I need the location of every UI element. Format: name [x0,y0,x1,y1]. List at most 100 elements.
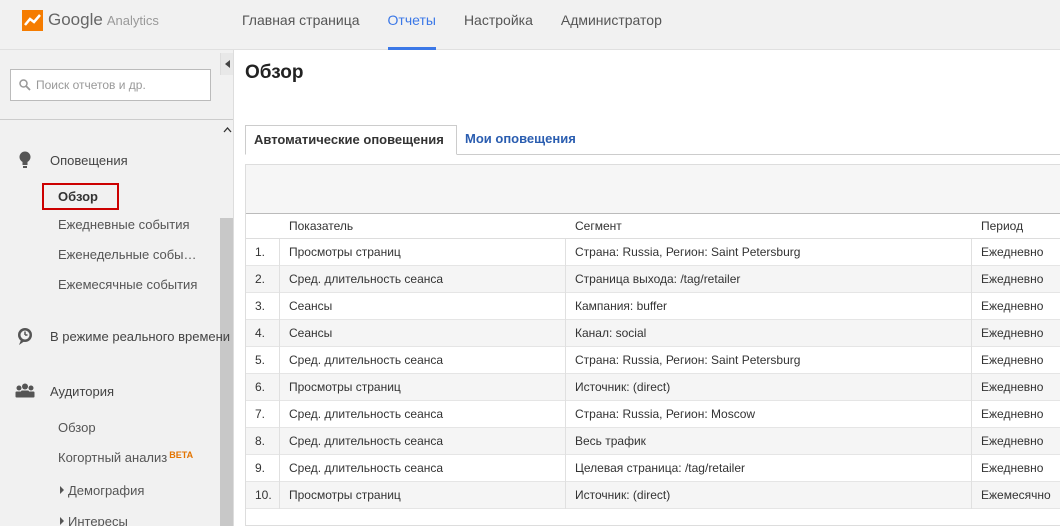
caret-right-icon [60,486,64,494]
table-row[interactable]: 6. Просмотры страниц Источник: (direct) … [246,374,1060,401]
row-segment: Канал: social [566,320,972,347]
row-metric: Сред. длительность сеанса [280,266,566,293]
row-metric: Сред. длительность сеанса [280,347,566,374]
row-period: Ежемесячно [981,488,1051,502]
sidebar-item-weekly-events[interactable]: Еженедельные собы… [58,247,218,262]
row-segment: Источник: (direct) [566,482,972,509]
logo-brand: Google [48,10,103,29]
row-number: 2. [246,266,280,293]
chevron-left-icon [224,60,230,68]
row-metric: Сред. длительность сеанса [280,455,566,482]
sidebar-section-realtime[interactable]: В режиме реального времени [0,321,230,351]
sidebar-item-demographics[interactable]: Демография [60,483,220,498]
report-search[interactable] [10,69,211,101]
table-toolbar [246,165,1060,214]
header-metric[interactable]: Показатель [289,214,353,239]
row-metric: Просмотры страниц [280,374,566,401]
row-segment: Страна: Russia, Регион: Saint Petersburg [566,347,972,374]
table-row[interactable]: 3. Сеансы Кампания: buffer Ежедневно [246,293,1060,320]
table-header: Показатель Сегмент Период [246,214,1060,239]
table-row[interactable]: 7. Сред. длительность сеанса Страна: Rus… [246,401,1060,428]
nav-home[interactable]: Главная страница [228,0,374,50]
row-period: Ежедневно [981,380,1044,394]
row-metric: Сеансы [280,293,566,320]
row-number: 5. [246,347,280,374]
table-row[interactable]: 5. Сред. длительность сеанса Страна: Rus… [246,347,1060,374]
row-segment: Источник: (direct) [566,374,972,401]
people-icon [15,383,35,398]
sidebar-item-cohort-analysis[interactable]: Когортный анализ BETA [58,450,218,465]
sidebar-item-daily-events[interactable]: Ежедневные события [58,217,218,232]
row-number: 6. [246,374,280,401]
nav-customization[interactable]: Настройка [450,0,547,50]
table-row[interactable]: 4. Сеансы Канал: social Ежедневно [246,320,1060,347]
tab-automatic-alerts[interactable]: Автоматические оповещения [245,125,457,155]
scroll-up-button[interactable] [220,120,233,140]
lightbulb-icon [19,151,31,168]
sidebar-item-alerts-overview[interactable]: Обзор [42,183,119,210]
row-metric: Сеансы [280,320,566,347]
sidebar-scrollbar[interactable] [220,218,233,526]
table-row[interactable]: 10. Просмотры страниц Источник: (direct)… [246,482,1060,509]
nav-reports[interactable]: Отчеты [374,0,450,50]
sidebar-item-interests[interactable]: Интересы [60,514,220,526]
row-metric: Сред. длительность сеанса [280,401,566,428]
row-number: 4. [246,320,280,347]
logo[interactable]: Google Analytics [22,8,159,32]
page-title: Обзор [245,62,304,83]
table-row[interactable]: 2. Сред. длительность сеанса Страница вы… [246,266,1060,293]
table-row[interactable]: 8. Сред. длительность сеанса Весь трафик… [246,428,1060,455]
sidebar-section-label: В режиме реального времени [50,328,231,344]
search-input[interactable] [36,78,206,92]
sidebar-section-alerts[interactable]: Оповещения [0,145,220,175]
row-number: 7. [246,401,280,428]
row-period: Ежедневно [981,353,1044,367]
row-period: Ежедневно [981,299,1044,313]
sidebar: Оповещения Обзор Ежедневные события Ежен… [0,50,234,526]
row-metric: Сред. длительность сеанса [280,428,566,455]
beta-badge: BETA [169,450,194,460]
row-metric: Просмотры страниц [280,482,566,509]
row-number: 9. [246,455,280,482]
row-segment: Страна: Russia, Регион: Moscow [566,401,972,428]
row-number: 8. [246,428,280,455]
row-segment: Страна: Russia, Регион: Saint Petersburg [566,239,972,266]
collapse-sidebar-button[interactable] [220,53,233,75]
tab-my-alerts[interactable]: Мои оповещения [465,125,576,155]
sidebar-section-label: Оповещения [50,152,128,168]
row-segment: Кампания: buffer [566,293,972,320]
row-number: 3. [246,293,280,320]
row-segment: Страница выхода: /tag/retailer [566,266,972,293]
caret-right-icon [60,517,64,525]
row-period: Ежедневно [981,245,1044,259]
row-period: Ежедневно [981,461,1044,475]
chevron-up-icon [223,127,231,133]
sidebar-item-monthly-events[interactable]: Ежемесячные события [58,277,218,292]
table-row[interactable]: 9. Сред. длительность сеанса Целевая стр… [246,455,1060,482]
row-number: 1. [246,239,280,266]
top-navigation: Главная страница Отчеты Настройка Админи… [228,0,676,50]
alerts-table: Показатель Сегмент Период 1. Просмотры с… [245,164,1060,526]
logo-product: Analytics [106,12,159,28]
row-period: Ежедневно [981,434,1044,448]
alert-tabs: Автоматические оповещения Мои оповещения [245,125,1060,155]
top-header: Google Analytics Главная страница Отчеты… [0,0,1060,50]
table-row[interactable]: 1. Просмотры страниц Страна: Russia, Рег… [246,239,1060,266]
search-icon [19,79,31,91]
row-period: Ежедневно [981,407,1044,421]
main-content: Обзор Автоматические оповещения Мои опов… [235,50,1060,526]
row-period: Ежедневно [981,272,1044,286]
cohort-label: Когортный анализ [58,450,168,465]
header-period[interactable]: Период [981,214,1023,239]
header-segment[interactable]: Сегмент [575,214,622,239]
row-number: 10. [246,482,280,509]
sidebar-divider [0,119,233,120]
row-segment: Весь трафик [566,428,972,455]
clock-icon [18,328,32,345]
nav-admin[interactable]: Администратор [547,0,676,50]
sidebar-section-audience[interactable]: Аудитория [0,376,220,406]
interests-label: Интересы [68,514,128,526]
demographics-label: Демография [68,483,145,498]
row-metric: Просмотры страниц [280,239,566,266]
sidebar-item-audience-overview[interactable]: Обзор [58,420,218,435]
